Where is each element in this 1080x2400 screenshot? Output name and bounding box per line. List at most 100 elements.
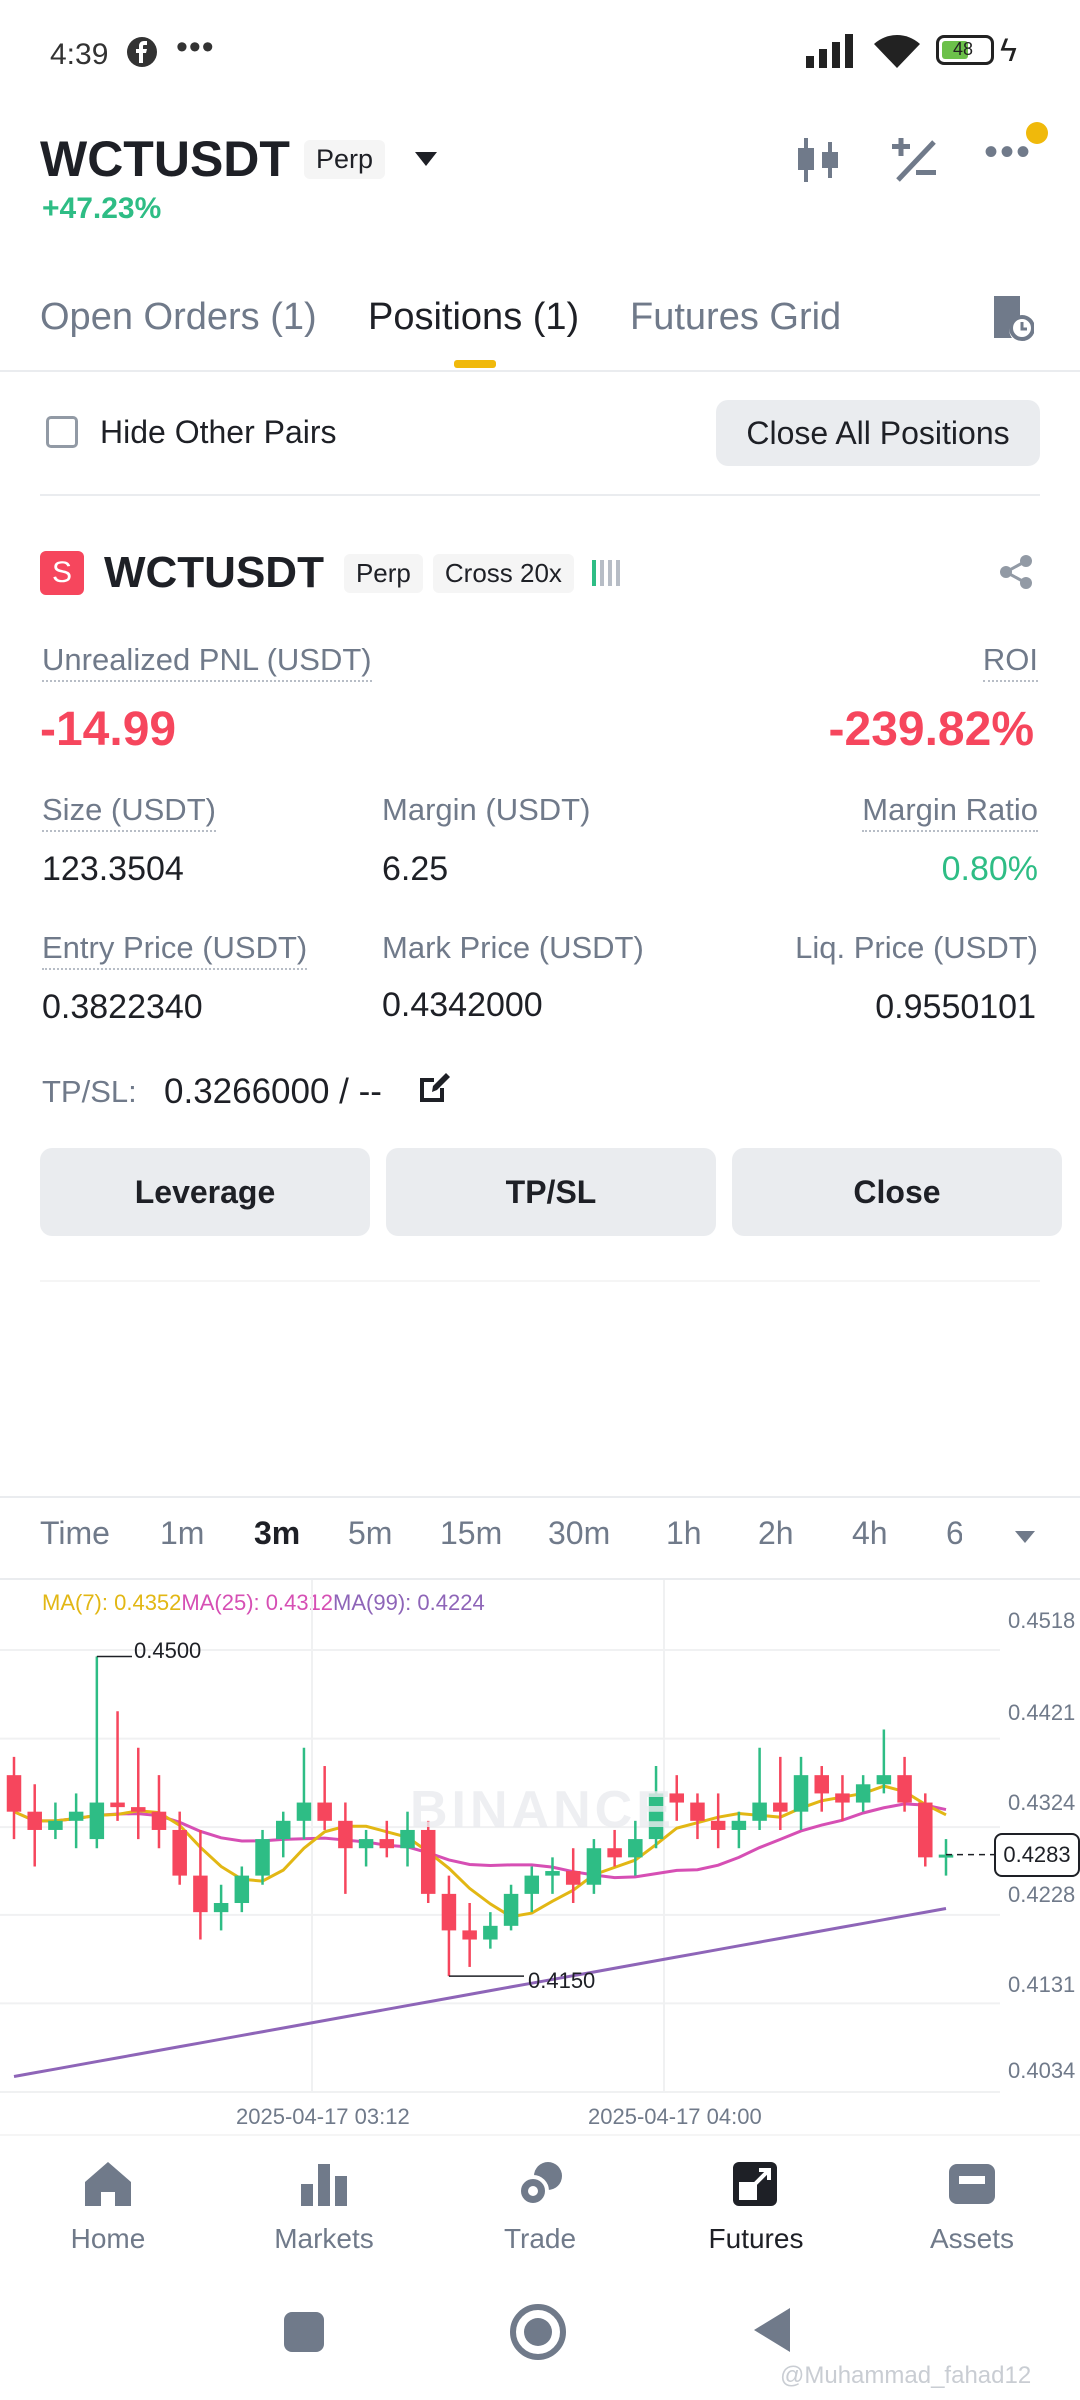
more-options-icon[interactable]: ••• (984, 130, 1032, 175)
pnl-value: -14.99 (40, 703, 177, 756)
candle-body (607, 1848, 622, 1858)
candle-body (483, 1925, 498, 1940)
edit-icon[interactable] (418, 1070, 452, 1104)
candle-body (897, 1775, 912, 1803)
timeframe-dropdown-icon[interactable] (1014, 1530, 1036, 1544)
recent-apps-button[interactable] (284, 2312, 324, 2352)
y-tick-1: 0.4518 (1008, 1608, 1076, 1633)
wifi-icon (874, 35, 920, 68)
symbol-header[interactable]: WCTUSDT Perp (40, 130, 439, 188)
leverage-button[interactable]: Leverage (40, 1148, 370, 1236)
candle-body (317, 1802, 332, 1821)
timeframe-5m[interactable]: 5m (348, 1515, 392, 1552)
timeframe-2h[interactable]: 2h (758, 1515, 794, 1552)
y-tick-3: 0.4324 (1008, 1790, 1076, 1815)
y-tick-6: 0.4034 (1008, 2058, 1076, 2083)
size-label[interactable]: Size (USDT) (42, 792, 216, 832)
candle-body (690, 1802, 705, 1821)
nav-trade[interactable]: Trade (460, 2160, 620, 2255)
battery-icon: 48 (936, 35, 994, 65)
nav-assets[interactable]: Assets (892, 2160, 1052, 2255)
status-bar: 4:39 ••• 48 ϟ (0, 0, 1080, 100)
margin-ratio-label[interactable]: Margin Ratio (862, 792, 1038, 832)
margin-label: Margin (USDT) (382, 792, 591, 827)
trade-icon (517, 2162, 562, 2207)
card-divider (40, 1280, 1040, 1282)
nav-trade-label: Trade (503, 2223, 577, 2254)
roi-label[interactable]: ROI (982, 642, 1038, 682)
margin-ratio-value: 0.80% (941, 850, 1038, 888)
timeframe-30m[interactable]: 30m (548, 1515, 610, 1552)
caret-down-icon[interactable] (413, 150, 439, 168)
candle-body (110, 1802, 125, 1808)
pnl-label[interactable]: Unrealized PNL (USDT) (42, 642, 372, 682)
candle-body (835, 1793, 850, 1803)
entry-price-label[interactable]: Entry Price (USDT) (42, 930, 308, 970)
tab-futures-grid[interactable]: Futures Grid (630, 296, 841, 339)
tabs-divider (0, 370, 1080, 372)
timeframe-3m[interactable]: 3m (254, 1515, 300, 1552)
candle-body (752, 1802, 767, 1821)
nav-home[interactable]: Home (28, 2160, 188, 2255)
chart-watermark: BINANCE (410, 1781, 675, 1839)
active-tab-indicator (454, 360, 496, 368)
timeframe-15m[interactable]: 15m (440, 1515, 502, 1552)
price-change: +47.23% (42, 192, 162, 225)
candle-body (462, 1930, 477, 1940)
liq-price-value: 0.9550101 (875, 988, 1036, 1026)
candle-body (151, 1811, 167, 1830)
nav-markets[interactable]: Markets (244, 2160, 404, 2255)
back-button[interactable] (752, 2306, 792, 2354)
order-history-icon[interactable] (990, 294, 1034, 342)
hide-pairs-checkbox[interactable] (46, 416, 78, 448)
chart-top-divider (0, 1496, 1080, 1498)
candle-body (234, 1875, 250, 1904)
candle-body (358, 1839, 374, 1849)
roi-value: -239.82% (828, 703, 1034, 756)
position-card-header: S WCTUSDT Perp Cross 20x (40, 548, 622, 598)
symbol-title: WCTUSDT (40, 131, 290, 187)
nav-futures[interactable]: Futures (676, 2160, 836, 2255)
short-badge: S (40, 551, 84, 595)
percent-calculator-icon[interactable] (890, 136, 938, 184)
nav-futures-label: Futures (708, 2223, 804, 2254)
futures-icon (733, 2162, 777, 2206)
candle-body (193, 1875, 208, 1913)
nav-home-label: Home (70, 2223, 146, 2254)
close-position-button[interactable]: Close (732, 1148, 1062, 1236)
position-type-badge: Perp (343, 553, 423, 593)
home-button[interactable] (510, 2304, 566, 2360)
high-price-label: 0.4500 (134, 1638, 202, 1663)
candle-body (876, 1775, 892, 1785)
last-price-tag: 0.4283 (994, 1833, 1080, 1877)
candle-body (918, 1802, 933, 1858)
tpsl-button[interactable]: TP/SL (386, 1148, 716, 1236)
candlestick-chart[interactable] (0, 1580, 1080, 2140)
timeframe-4h[interactable]: 4h (852, 1515, 888, 1552)
tab-positions[interactable]: Positions (1) (368, 296, 579, 339)
x-tick-1: 2025-04-17 03:12 (236, 2104, 410, 2129)
nav-assets-label: Assets (929, 2223, 1015, 2254)
timeframe-1h[interactable]: 1h (666, 1515, 702, 1552)
section-divider (40, 494, 1040, 496)
candle-body (255, 1839, 270, 1876)
candle-body (68, 1811, 84, 1821)
candle-body (27, 1811, 42, 1830)
timeframe-time[interactable]: Time (40, 1515, 110, 1552)
status-time: 4:39 (50, 38, 109, 71)
candle-body (793, 1775, 809, 1812)
timeframe-6[interactable]: 6 (946, 1515, 962, 1552)
share-icon[interactable] (998, 554, 1034, 590)
facebook-icon (127, 37, 157, 67)
close-all-positions-button[interactable]: Close All Positions (716, 400, 1040, 466)
timeframe-1m[interactable]: 1m (160, 1515, 204, 1552)
candle-body (565, 1871, 581, 1885)
y-tick-5: 0.4131 (1008, 1972, 1076, 1997)
tab-open-orders[interactable]: Open Orders (1) (40, 296, 317, 339)
candle-body (296, 1802, 312, 1821)
candle-body (213, 1903, 229, 1913)
margin-value: 6.25 (382, 850, 449, 888)
candlestick-icon[interactable] (794, 138, 842, 182)
image-watermark: @Muhammad_fahad12 (780, 2362, 1032, 2389)
candle-body (731, 1820, 747, 1830)
